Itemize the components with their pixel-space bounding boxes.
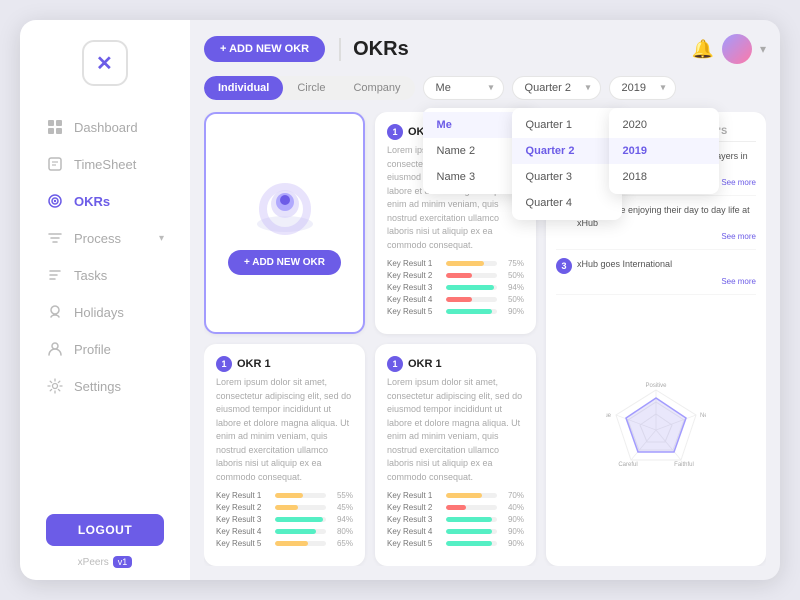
sidebar-item-label: OKRs xyxy=(74,194,110,209)
panel-okr-item-3: 3 xHub goes International See more xyxy=(556,258,756,295)
page-title: OKRs xyxy=(339,38,409,61)
sidebar-item-label: Dashboard xyxy=(74,120,138,135)
svg-text:✕: ✕ xyxy=(96,53,113,75)
process-icon xyxy=(46,229,64,247)
dd-q3[interactable]: Quarter 3 xyxy=(512,164,622,190)
logout-button[interactable]: LOGOUT xyxy=(46,514,164,546)
dd-q1[interactable]: Quarter 1 xyxy=(512,112,622,138)
settings-icon xyxy=(46,377,64,395)
see-more-3[interactable]: See more xyxy=(556,277,756,286)
kr-row: Key Result 5 65% xyxy=(216,539,353,548)
kr-row: Key Result 1 75% xyxy=(387,259,524,268)
sidebar-nav: Dashboard TimeSheet xyxy=(20,108,190,506)
okr-title-3: 1 OKR 1 xyxy=(387,356,524,372)
sidebar-item-tasks[interactable]: Tasks xyxy=(28,257,182,293)
sidebar-item-label: Tasks xyxy=(74,268,107,283)
toggle-company[interactable]: Company xyxy=(339,76,414,100)
kr-row: Key Result 4 50% xyxy=(387,295,524,304)
toggle-individual[interactable]: Individual xyxy=(204,76,283,100)
quarter-select[interactable]: Quarter 2 xyxy=(512,76,601,100)
radar-chart-area: Positive Negative Faithful Careful True xyxy=(556,303,756,556)
sidebar-item-profile[interactable]: Profile xyxy=(28,331,182,367)
view-toggle: Individual Circle Company xyxy=(204,76,415,100)
dd-q2[interactable]: Quarter 2 xyxy=(512,138,622,164)
user-avatar[interactable] xyxy=(722,34,752,64)
kr-row: Key Result 3 94% xyxy=(216,515,353,524)
okr-desc-3: Lorem ipsum dolor sit amet, consectetur … xyxy=(387,376,524,484)
svg-text:True: True xyxy=(606,413,612,419)
dd-2020[interactable]: 2020 xyxy=(609,112,719,138)
kr-row: Key Result 1 55% xyxy=(216,491,353,500)
kr-row: Key Result 5 90% xyxy=(387,307,524,316)
kr-row: Key Result 4 90% xyxy=(387,527,524,536)
grid-icon xyxy=(46,118,64,136)
process-arrow-icon: ▾ xyxy=(159,233,164,244)
kr-row: Key Result 2 50% xyxy=(387,271,524,280)
year-dropdown-open: 2020 2019 2018 xyxy=(609,108,719,194)
kr-row: Key Result 4 80% xyxy=(216,527,353,536)
new-okr-card: + ADD NEW OKR xyxy=(204,112,365,334)
sidebar-item-label: Profile xyxy=(74,342,111,357)
header: + ADD NEW OKR OKRs 🔔 ▾ xyxy=(204,34,766,64)
year-select[interactable]: 2019 xyxy=(609,76,676,100)
filters-bar: Individual Circle Company Me Name 2 Name… xyxy=(204,76,766,100)
key-results-3: Key Result 1 70% Key Result 2 40% Key Re… xyxy=(387,491,524,548)
holidays-icon xyxy=(46,303,64,321)
person-filter[interactable]: Me Name 2 Name 3 Me Name 2 Name 3 xyxy=(423,76,504,100)
key-results-2: Key Result 1 55% Key Result 2 45% Key Re… xyxy=(216,491,353,548)
sidebar: ✕ Dashboard xyxy=(20,20,190,580)
dd-q4[interactable]: Quarter 4 xyxy=(512,190,622,216)
person-select[interactable]: Me Name 2 Name 3 xyxy=(423,76,504,100)
year-filter[interactable]: 2019 2020 2019 2018 xyxy=(609,76,676,100)
sidebar-item-okrs[interactable]: OKRs xyxy=(28,183,182,219)
tasks-icon xyxy=(46,266,64,284)
kr-row: Key Result 5 90% xyxy=(387,539,524,548)
quarter-filter[interactable]: Quarter 2 Quarter 1 Quarter 2 Quarter 3 … xyxy=(512,76,601,100)
sidebar-item-process[interactable]: Process ▾ xyxy=(28,220,182,256)
svg-text:Negative: Negative xyxy=(700,413,706,419)
sidebar-item-timesheet[interactable]: TimeSheet xyxy=(28,146,182,182)
add-new-okr-button[interactable]: + ADD NEW OKR xyxy=(228,250,341,275)
profile-icon xyxy=(46,340,64,358)
kr-row: Key Result 3 90% xyxy=(387,515,524,524)
kr-row: Key Result 2 40% xyxy=(387,503,524,512)
app-logo: ✕ xyxy=(82,40,128,86)
okr-card-2: 1 OKR 1 Lorem ipsum dolor sit amet, cons… xyxy=(204,344,365,566)
dd-2018[interactable]: 2018 xyxy=(609,164,719,190)
new-okr-illustration xyxy=(245,172,325,242)
timesheet-icon xyxy=(46,155,64,173)
add-new-okr-header-button[interactable]: + ADD NEW OKR xyxy=(204,36,325,62)
quarter-dropdown-open: Quarter 1 Quarter 2 Quarter 3 Quarter 4 xyxy=(512,108,622,220)
version-info: xPeers v1 xyxy=(78,556,133,568)
okrs-icon xyxy=(46,192,64,210)
kr-row: Key Result 3 94% xyxy=(387,283,524,292)
toggle-circle[interactable]: Circle xyxy=(283,76,339,100)
svg-text:Positive: Positive xyxy=(645,383,667,389)
kr-row: Key Result 1 70% xyxy=(387,491,524,500)
svg-text:Faithful: Faithful xyxy=(674,462,694,468)
okr-title-2: 1 OKR 1 xyxy=(216,356,353,372)
chevron-down-icon: ▾ xyxy=(760,42,766,56)
kr-row: Key Result 2 45% xyxy=(216,503,353,512)
see-more-2[interactable]: See more xyxy=(556,232,756,241)
sidebar-item-label: TimeSheet xyxy=(74,157,136,172)
sidebar-item-settings[interactable]: Settings xyxy=(28,368,182,404)
okr-desc-2: Lorem ipsum dolor sit amet, consectetur … xyxy=(216,376,353,484)
sidebar-item-label: Settings xyxy=(74,379,121,394)
sidebar-item-label: Process xyxy=(74,231,121,246)
main-content: + ADD NEW OKR OKRs 🔔 ▾ Individual Circle… xyxy=(190,20,780,580)
sidebar-item-dashboard[interactable]: Dashboard xyxy=(28,109,182,145)
sidebar-item-holidays[interactable]: Holidays xyxy=(28,294,182,330)
key-results-1: Key Result 1 75% Key Result 2 50% Key Re… xyxy=(387,259,524,316)
bell-icon[interactable]: 🔔 xyxy=(692,39,714,60)
sidebar-item-label: Holidays xyxy=(74,305,124,320)
okr-card-3: 1 OKR 1 Lorem ipsum dolor sit amet, cons… xyxy=(375,344,536,566)
dd-2019[interactable]: 2019 xyxy=(609,138,719,164)
svg-text:Careful: Careful xyxy=(618,462,637,468)
